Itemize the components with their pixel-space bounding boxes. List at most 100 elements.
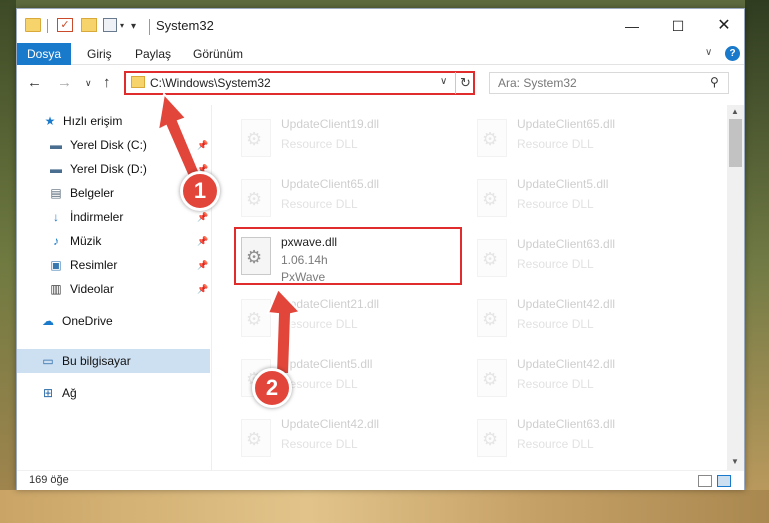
file-type: Resource DLL bbox=[281, 377, 358, 391]
sidebar-item-local-disk-c[interactable]: ▬ Yerel Disk (C:) 📌 bbox=[17, 133, 210, 157]
pin-icon[interactable]: 📌 bbox=[197, 229, 208, 253]
file-name: UpdateClient19.dll bbox=[281, 117, 380, 131]
sidebar-item-quick-access[interactable]: ★ Hızlı erişim bbox=[17, 109, 210, 133]
dll-file-icon: ⚙ bbox=[477, 359, 507, 397]
dll-file-icon: ⚙ bbox=[241, 419, 271, 457]
search-icon[interactable]: ⚲ bbox=[710, 75, 719, 89]
expand-ribbon-icon[interactable]: ∨ bbox=[705, 47, 712, 58]
details-view-icon[interactable] bbox=[698, 475, 712, 487]
back-button[interactable]: ← bbox=[27, 74, 42, 91]
address-path[interactable]: C:\Windows\System32 bbox=[150, 76, 271, 90]
star-icon: ★ bbox=[44, 114, 56, 128]
sidebar-item-label: OneDrive bbox=[62, 314, 113, 328]
file-name: UpdateClient42.dll bbox=[517, 297, 616, 311]
sidebar-item-music[interactable]: ♪ Müzik 📌 bbox=[17, 229, 210, 253]
properties-icon[interactable] bbox=[103, 18, 117, 32]
search-placeholder: Ara: System32 bbox=[498, 76, 577, 90]
sidebar-item-label: Belgeler bbox=[70, 186, 115, 200]
forward-button[interactable]: → bbox=[57, 74, 72, 91]
help-icon[interactable]: ? bbox=[725, 46, 740, 61]
navigation-pane: ★ Hızlı erişim ▬ Yerel Disk (C:) 📌 ▬ Yer… bbox=[17, 105, 212, 470]
sidebar-item-label: Yerel Disk (C:) bbox=[70, 138, 147, 152]
sidebar-item-onedrive[interactable]: ☁ OneDrive bbox=[17, 309, 210, 333]
recent-locations-icon[interactable]: ∨ bbox=[85, 78, 92, 89]
folder-icon bbox=[25, 18, 41, 32]
dll-file-icon: ⚙ bbox=[477, 419, 507, 457]
pin-icon[interactable]: 📌 bbox=[197, 133, 208, 157]
file-tile[interactable]: ⚙ UpdateClient42.dll Resource DLL bbox=[471, 291, 693, 349]
desktop-background-bottom bbox=[0, 490, 769, 523]
file-name: UpdateClient65.dll bbox=[281, 177, 380, 191]
scroll-thumb[interactable] bbox=[729, 119, 742, 167]
sidebar-item-this-pc[interactable]: ▭ Bu bilgisayar bbox=[17, 349, 210, 373]
dll-file-icon: ⚙ bbox=[477, 179, 507, 217]
file-type: Resource DLL bbox=[517, 317, 594, 331]
pin-icon[interactable]: 📌 bbox=[197, 253, 208, 277]
gear-icon: ⚙ bbox=[482, 309, 499, 329]
tab-view[interactable]: Görünüm bbox=[183, 43, 253, 65]
file-name: UpdateClient21.dll bbox=[281, 297, 380, 311]
file-tile[interactable]: ⚙ UpdateClient21.dll Resource DLL bbox=[235, 291, 457, 349]
customize-toolbar-icon[interactable]: ▾ bbox=[131, 21, 136, 32]
computer-icon: ▭ bbox=[42, 354, 54, 368]
tab-home[interactable]: Giriş bbox=[77, 43, 122, 65]
file-tile[interactable]: ⚙ UpdateClient19.dll Resource DLL bbox=[235, 111, 457, 169]
file-type: Resource DLL bbox=[281, 197, 358, 211]
file-name: UpdateClient42.dll bbox=[281, 417, 380, 431]
sidebar-item-label: Bu bilgisayar bbox=[62, 354, 131, 368]
minimize-button[interactable]: — bbox=[609, 12, 655, 40]
file-tile[interactable]: ⚙ UpdateClient65.dll Resource DLL bbox=[471, 111, 693, 169]
tiles-view-icon[interactable] bbox=[717, 475, 731, 487]
navigation-bar: ← → ∨ ↑ C:\Windows\System32 ∨ ↻ Ara: Sys… bbox=[17, 67, 744, 99]
file-tile[interactable]: ⚙ UpdateClient65.dll Resource DLL bbox=[235, 171, 457, 229]
close-button[interactable]: ✕ bbox=[701, 12, 747, 40]
file-type: Resource DLL bbox=[517, 437, 594, 451]
sidebar-item-downloads[interactable]: ↓ İndirmeler 📌 bbox=[17, 205, 210, 229]
up-button[interactable]: ↑ bbox=[103, 74, 111, 91]
sidebar-item-pictures[interactable]: ▣ Resimler 📌 bbox=[17, 253, 210, 277]
file-tile[interactable]: ⚙ UpdateClient42.dll Resource DLL bbox=[235, 411, 457, 469]
file-tile[interactable]: ⚙ UpdateClient63.dll Resource DLL bbox=[471, 411, 693, 469]
dll-file-icon: ⚙ bbox=[477, 239, 507, 277]
item-count: 169 öğe bbox=[29, 474, 69, 486]
dll-file-icon: ⚙ bbox=[241, 299, 271, 337]
sidebar-item-label: Hızlı erişim bbox=[63, 114, 123, 128]
gear-icon: ⚙ bbox=[482, 369, 499, 389]
file-tile[interactable]: ⚙ UpdateClient42.dll Resource DLL bbox=[471, 351, 693, 409]
tab-share[interactable]: Paylaş bbox=[125, 43, 181, 65]
maximize-button[interactable]: ☐ bbox=[655, 12, 701, 40]
file-type: Resource DLL bbox=[281, 437, 358, 451]
dll-file-icon: ⚙ bbox=[477, 299, 507, 337]
new-folder-icon[interactable] bbox=[81, 18, 97, 32]
chevron-down-icon[interactable]: ∨ bbox=[440, 76, 447, 87]
quick-access-dropdown-icon[interactable]: ▾ bbox=[120, 21, 124, 30]
picture-icon: ▣ bbox=[50, 258, 62, 272]
gear-icon: ⚙ bbox=[482, 129, 499, 149]
file-tile[interactable]: ⚙ UpdateClient63.dll Resource DLL bbox=[471, 231, 693, 289]
scroll-down-icon[interactable]: ▼ bbox=[731, 457, 739, 466]
sidebar-item-label: Resimler bbox=[70, 258, 118, 272]
desktop-background-right bbox=[745, 0, 769, 523]
file-type: Resource DLL bbox=[517, 257, 594, 271]
sidebar-item-label: İndirmeler bbox=[70, 210, 124, 224]
address-bar[interactable]: C:\Windows\System32 ∨ ↻ bbox=[124, 71, 475, 95]
file-type: Resource DLL bbox=[517, 377, 594, 391]
file-name: UpdateClient63.dll bbox=[517, 237, 616, 251]
file-name: UpdateClient5.dll bbox=[517, 177, 609, 191]
properties-check-icon[interactable]: ✓ bbox=[57, 18, 73, 32]
search-input[interactable]: Ara: System32 ⚲ bbox=[489, 72, 729, 94]
file-tile[interactable]: ⚙ UpdateClient5.dll Resource DLL bbox=[471, 171, 693, 229]
gear-icon: ⚙ bbox=[482, 189, 499, 209]
sidebar-item-videos[interactable]: ▥ Videolar 📌 bbox=[17, 277, 210, 301]
desktop-background-left bbox=[0, 0, 16, 523]
vertical-scrollbar[interactable]: ▲ ▼ bbox=[727, 105, 744, 470]
sidebar-item-local-disk-d[interactable]: ▬ Yerel Disk (D:) 📌 bbox=[17, 157, 210, 181]
sidebar-item-label: Ağ bbox=[62, 386, 77, 400]
drive-icon: ▬ bbox=[50, 138, 62, 152]
folder-icon bbox=[131, 76, 145, 88]
scroll-up-icon[interactable]: ▲ bbox=[731, 107, 739, 116]
sidebar-item-network[interactable]: ⊞ Ağ bbox=[17, 381, 210, 405]
tab-file[interactable]: Dosya bbox=[17, 43, 71, 65]
refresh-button[interactable]: ↻ bbox=[455, 72, 475, 94]
pin-icon[interactable]: 📌 bbox=[197, 277, 208, 301]
